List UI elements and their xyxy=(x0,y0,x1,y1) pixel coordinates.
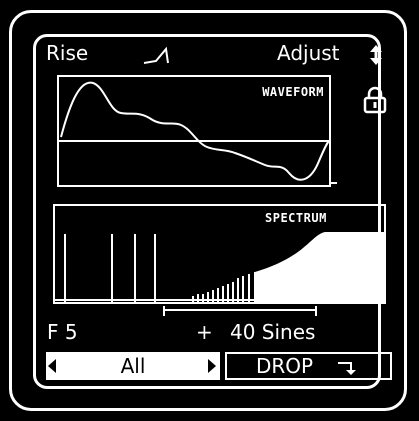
drop-button[interactable]: DROP xyxy=(225,352,392,380)
spectrum-panel: SPECTRUM xyxy=(53,204,386,304)
rise-envelope-icon xyxy=(143,46,169,64)
up-down-arrows-icon[interactable] xyxy=(369,44,383,66)
filter-selector[interactable]: All xyxy=(46,352,220,380)
header-row: Rise Adjust xyxy=(46,41,392,69)
waveform-graph xyxy=(59,81,329,181)
padlock-icon[interactable] xyxy=(363,86,387,114)
mode-label[interactable]: Rise xyxy=(46,41,88,65)
drop-button-label: DROP xyxy=(256,354,314,378)
sines-count: 40 Sines xyxy=(230,320,316,344)
waveform-panel: WAVEFORM xyxy=(57,75,331,187)
add-sines-button[interactable]: + xyxy=(196,320,213,344)
arrow-right-icon[interactable] xyxy=(208,359,216,373)
waveform-end-marker xyxy=(331,182,337,184)
adjust-label[interactable]: Adjust xyxy=(277,41,340,65)
selector-value: All xyxy=(120,354,146,378)
spectrum-graph xyxy=(55,232,384,302)
range-bracket[interactable] xyxy=(162,306,318,318)
note-value: F 5 xyxy=(47,320,78,344)
return-arrow-icon xyxy=(338,362,356,375)
